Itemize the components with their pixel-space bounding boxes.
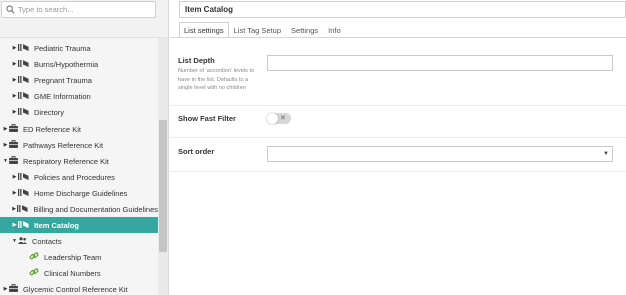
list-depth-help-text: Number of 'accordion' levels to have in …	[178, 68, 255, 92]
list-icon	[18, 91, 29, 101]
tree-item-leadership-team[interactable]: Leadership Team	[0, 249, 158, 265]
tree-item-respiratory-reference-kit[interactable]: ▼ Respiratory Reference Kit	[0, 153, 158, 169]
list-icon	[18, 107, 29, 117]
field-divider	[170, 137, 626, 138]
tree-item-label: Home Discharge Guidelines	[34, 188, 128, 198]
tree-item-label: Burns/Hypothermia	[34, 59, 99, 69]
field-divider	[170, 105, 626, 106]
link-icon	[29, 251, 39, 263]
item-title-input[interactable]	[179, 1, 626, 18]
tree-item-label: Pathways Reference Kit	[23, 140, 104, 150]
tree-item-clinical-numbers[interactable]: Clinical Numbers	[0, 265, 158, 281]
tree-item-label: Respiratory Reference Kit	[23, 156, 109, 166]
field-divider	[170, 171, 626, 172]
list-icon	[18, 220, 29, 230]
briefcase-icon	[9, 139, 18, 150]
editor-tabs: List settings List Tag Setup Settings In…	[179, 22, 346, 38]
tree-item-glycemic-control-reference-kit[interactable]: ▶ Glycemic Control Reference Kit	[0, 281, 158, 295]
tree-item-label: Pediatric Trauma	[34, 43, 91, 53]
caret-right-icon[interactable]: ▶	[2, 286, 9, 292]
list-depth-input[interactable]	[267, 55, 613, 71]
caret-right-icon[interactable]: ▶	[11, 93, 18, 99]
tree-item-label: Clinical Numbers	[44, 268, 101, 278]
chevron-down-icon: ▼	[603, 151, 609, 157]
tree-item-label: GME Information	[34, 91, 91, 101]
toggle-knob	[267, 113, 278, 124]
tree-item-label: Pregnant Trauma	[34, 75, 92, 85]
tree-item-directory[interactable]: ▶ Directory	[0, 104, 158, 120]
sidebar: ▶ Pediatric Trauma ▶ Burns/Hypothermia ▶…	[0, 0, 169, 295]
tree-item-label: Glycemic Control Reference Kit	[23, 284, 128, 294]
caret-down-icon[interactable]: ▼	[2, 158, 9, 164]
sort-order-select[interactable]: ▼	[267, 146, 613, 162]
search-box[interactable]	[1, 1, 156, 18]
tree-item-pediatric-trauma[interactable]: ▶ Pediatric Trauma	[0, 40, 158, 56]
tree-item-gme-information[interactable]: ▶ GME Information	[0, 88, 158, 104]
tab-settings[interactable]: Settings	[286, 22, 323, 38]
tree-item-pathways-reference-kit[interactable]: ▶ Pathways Reference Kit	[0, 137, 158, 153]
list-icon	[18, 59, 29, 69]
list-icon	[17, 204, 28, 214]
list-icon	[18, 43, 29, 53]
tree-item-ed-reference-kit[interactable]: ▶ ED Reference Kit	[0, 121, 158, 137]
list-depth-label: List Depth	[178, 56, 215, 65]
tree-item-policies-and-procedures[interactable]: ▶ Policies and Procedures	[0, 169, 158, 185]
tree-item-label: ED Reference Kit	[23, 124, 81, 134]
scrollbar-thumb[interactable]	[159, 120, 167, 252]
tree-item-label: Directory	[34, 107, 65, 117]
caret-right-icon[interactable]: ▶	[11, 77, 18, 83]
tabs-divider	[170, 37, 626, 38]
list-icon	[18, 75, 29, 85]
tree-item-burns-hypothermia[interactable]: ▶ Burns/Hypothermia	[0, 56, 158, 72]
link-icon	[29, 267, 39, 279]
tab-list-settings[interactable]: List settings	[179, 22, 229, 38]
briefcase-icon	[9, 155, 18, 166]
tree-item-pregnant-trauma[interactable]: ▶ Pregnant Trauma	[0, 72, 158, 88]
sort-order-label: Sort order	[178, 147, 215, 156]
show-fast-filter-toggle[interactable]: ✕	[267, 113, 291, 124]
caret-right-icon[interactable]: ▶	[11, 190, 18, 196]
tree-item-item-catalog[interactable]: ▶ Item Catalog	[0, 217, 158, 233]
tree-item-label: Policies and Procedures	[34, 172, 115, 182]
tab-info[interactable]: Info	[323, 22, 346, 38]
briefcase-icon	[9, 123, 18, 134]
caret-right-icon[interactable]: ▶	[2, 142, 9, 148]
close-icon: ✕	[280, 115, 286, 122]
contacts-icon	[18, 236, 27, 246]
list-icon	[18, 188, 29, 198]
tree-item-label: Leadership Team	[44, 252, 102, 262]
tree-item-label: Contacts	[32, 236, 62, 246]
caret-right-icon[interactable]: ▶	[11, 45, 18, 51]
editor-panel: List settings List Tag Setup Settings In…	[170, 0, 626, 295]
navigation-tree: ▶ Pediatric Trauma ▶ Burns/Hypothermia ▶…	[0, 38, 158, 295]
search-input[interactable]	[18, 3, 154, 16]
show-fast-filter-label: Show Fast Filter	[178, 114, 236, 123]
search-icon	[6, 5, 15, 14]
caret-right-icon[interactable]: ▶	[11, 61, 18, 67]
tree-item-billing-and-documentation-guidelines[interactable]: ▶ Billing and Documentation Guidelines	[0, 201, 158, 217]
tree-item-home-discharge-guidelines[interactable]: ▶ Home Discharge Guidelines	[0, 185, 158, 201]
tree-scrollbar[interactable]	[158, 38, 168, 295]
caret-down-icon[interactable]: ▼	[11, 238, 18, 244]
tree-item-contacts[interactable]: ▼ Contacts	[0, 233, 158, 249]
caret-right-icon[interactable]: ▶	[11, 174, 18, 180]
caret-right-icon[interactable]: ▶	[11, 222, 18, 228]
list-icon	[18, 172, 29, 182]
caret-right-icon[interactable]: ▶	[2, 126, 9, 132]
briefcase-icon	[9, 283, 18, 294]
tab-list-tag-setup[interactable]: List Tag Setup	[229, 22, 286, 38]
tree-item-label: Item Catalog	[34, 220, 80, 230]
caret-right-icon[interactable]: ▶	[11, 109, 18, 115]
tree-item-label: Billing and Documentation Guidelines	[33, 204, 158, 214]
